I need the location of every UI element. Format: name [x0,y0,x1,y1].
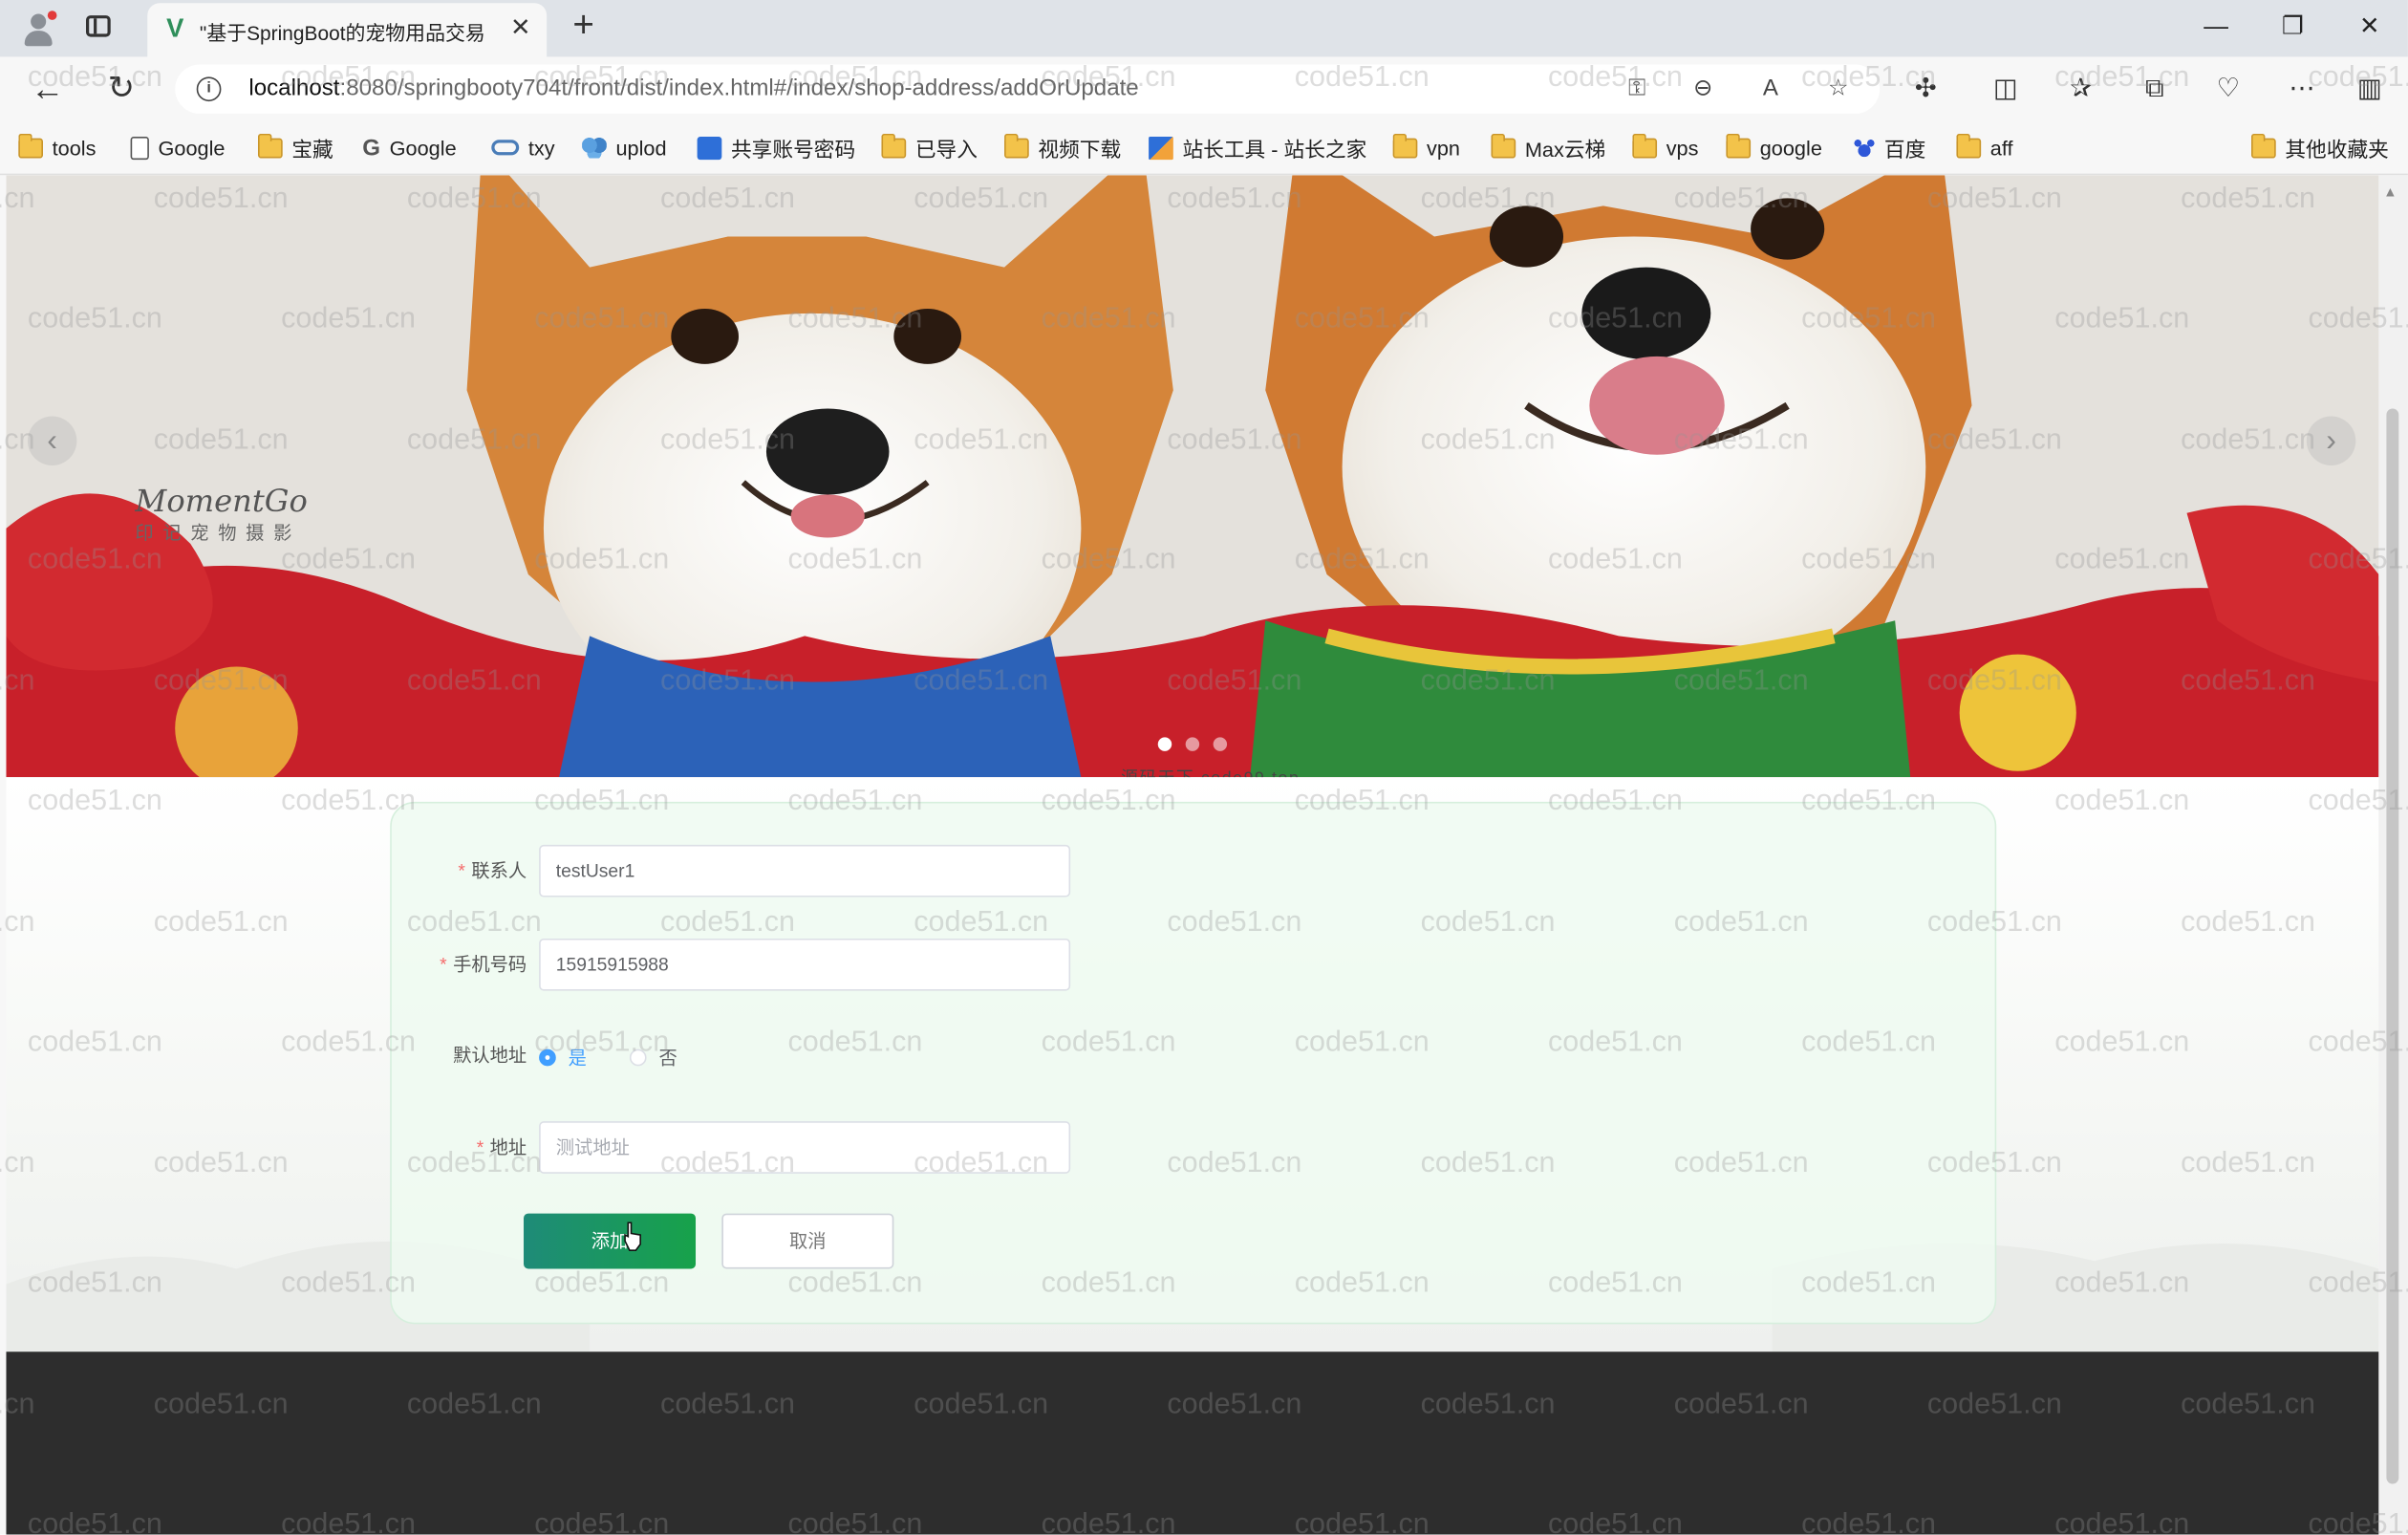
url-text[interactable]: localhost:8080/springbooty704t/front/dis… [248,76,1138,101]
zoom-out-icon[interactable]: ⊖ [1685,71,1722,108]
read-aloud-icon[interactable]: A [1752,71,1790,108]
baidu-icon [1853,137,1876,159]
scrollbar-thumb[interactable] [2386,408,2399,1484]
contact-label: * 联系人 [458,859,527,882]
reload-button[interactable]: ↻ [101,69,141,109]
favorite-star-icon[interactable]: ☆ [1819,71,1857,108]
bookmark-share-accounts[interactable]: 共享账号密码 [697,134,855,162]
folder-icon [1004,133,1029,158]
radio-checked-icon [539,1049,556,1067]
google-icon: G [362,134,381,161]
scroll-up-arrow-icon[interactable]: ▲ [2383,184,2397,200]
banner-logo: MomentGo 印记宠物摄影 [135,482,308,544]
bookmark-aff[interactable]: aff [1956,133,2013,162]
page-icon [130,136,149,160]
address-form: * 联系人 testUser1 * 手机号码 15915915988 默认地址 是 … [390,801,1997,1325]
default-address-label: 默认地址 [453,1044,527,1067]
profile-icon[interactable] [18,10,58,50]
folder-icon [1392,133,1418,158]
carousel-dot[interactable] [1185,737,1200,751]
browser-essentials-icon[interactable]: ♡ [2208,71,2248,108]
cloud-icon [491,140,520,156]
address-toolbar: ← ↻ i localhost:8080/springbooty704t/fro… [0,56,2408,121]
banner-image [6,175,2379,778]
bookmark-chinaz[interactable]: 站长工具 - 站长之家 [1149,134,1366,162]
address-label: * 地址 [476,1136,527,1158]
cancel-button[interactable]: 取消 [721,1213,894,1269]
contact-row: * 联系人 testUser1 [392,844,1467,900]
bookmark-baozang[interactable]: 宝藏 [257,133,333,162]
restore-button[interactable]: ❐ [2269,10,2315,47]
banner-carousel: MomentGo 印记宠物摄影 ‹ › 源码天下 code99.top [6,175,2379,778]
banner-caption: 源码天下 code99.top [1121,765,1300,777]
bookmark-video-download[interactable]: 视频下载 [1004,133,1121,162]
bookmark-other-favorites[interactable]: 其他收藏夹 [2251,133,2389,162]
bookmark-imported[interactable]: 已导入 [881,133,978,162]
default-no-radio[interactable]: 否 [629,1045,677,1070]
bookmark-uplod[interactable]: uplod [582,134,667,162]
tab-close-button[interactable]: ✕ [505,13,536,44]
folder-icon [1491,133,1516,158]
carousel-next-arrow-icon[interactable]: › [2306,416,2356,465]
page-footer [6,1351,2379,1535]
folder-icon [881,133,907,158]
close-window-button[interactable]: ✕ [2347,10,2393,47]
site-icon [1149,136,1173,160]
sidebar-toggle-icon[interactable]: ▥ [2350,71,2390,108]
carousel-dot[interactable] [1213,737,1228,751]
carousel-dot[interactable] [1157,737,1172,751]
folder-icon [1632,133,1658,158]
browser-window: V "基于SpringBoot的宠物用品交易 ✕ + — ❐ ✕ ← ↻ i l… [0,0,2408,1535]
minimize-button[interactable]: — [2193,10,2239,47]
page-scrollbar[interactable]: ▲ [2378,175,2408,1535]
folder-icon [1956,133,1982,158]
carousel-indicators [1157,737,1228,751]
address-row: * 地址 测试地址 [392,1121,1467,1177]
phone-row: * 手机号码 15915915988 [392,938,1467,994]
folder-icon [2251,133,2276,158]
title-bar: V "基于SpringBoot的宠物用品交易 ✕ + — ❐ ✕ [0,0,2408,57]
key-icon[interactable]: ⚿ [1619,71,1656,108]
split-screen-icon[interactable]: ◫ [1986,71,2026,108]
new-tab-button[interactable]: + [565,7,602,45]
favorites-icon[interactable]: ✰ [2061,71,2101,108]
browser-tab[interactable]: V "基于SpringBoot的宠物用品交易 ✕ [147,3,548,57]
phone-input[interactable]: 15915915988 [539,938,1071,991]
bookmark-max[interactable]: Max云梯 [1491,133,1605,162]
vue-favicon-icon: V [166,13,184,43]
tab-actions-icon[interactable] [85,15,111,37]
bookmark-google[interactable]: G Google [362,134,456,162]
bookmarks-bar: tools Google 宝藏 G Google txy uplod 共享账号密码… [0,120,2408,176]
collections-icon[interactable]: ⧉ [2135,71,2175,108]
address-bar[interactable]: i localhost:8080/springbooty704t/front/d… [175,64,1881,114]
folder-icon [18,133,43,158]
default-address-row: 默认地址 是 否 [392,1029,1467,1085]
page-viewport: MomentGo 印记宠物摄影 ‹ › 源码天下 code99.top *联系人… [6,175,2379,1535]
bookmark-baidu[interactable]: 百度 [1853,134,1925,162]
more-menu-icon[interactable]: ⋯ [2282,71,2322,108]
bookmark-vps[interactable]: vps [1632,133,1698,162]
bookmark-google-page[interactable]: Google [130,134,226,162]
tab-title: "基于SpringBoot的宠物用品交易 [199,21,485,45]
add-button[interactable]: 添加 [524,1213,697,1269]
upload-icon [582,137,607,159]
address-input[interactable]: 测试地址 [539,1121,1071,1174]
contact-input[interactable]: testUser1 [539,844,1071,897]
back-button[interactable]: ← [28,69,68,109]
phone-label: * 手机号码 [440,954,527,976]
share-icon [697,136,722,160]
folder-icon [257,133,283,158]
bookmark-vpn[interactable]: vpn [1392,133,1460,162]
bookmark-tools[interactable]: tools [18,133,96,162]
folder-icon [1726,133,1752,158]
default-yes-radio[interactable]: 是 [539,1045,587,1070]
radio-unchecked-icon [629,1049,647,1067]
mouse-cursor-icon [624,1222,641,1251]
extensions-icon[interactable]: ✣ [1905,71,1946,108]
carousel-prev-arrow-icon[interactable]: ‹ [27,416,77,465]
bookmark-txy[interactable]: txy [491,134,555,162]
site-info-icon[interactable]: i [196,76,222,102]
bookmark-google-folder[interactable]: google [1726,133,1822,162]
